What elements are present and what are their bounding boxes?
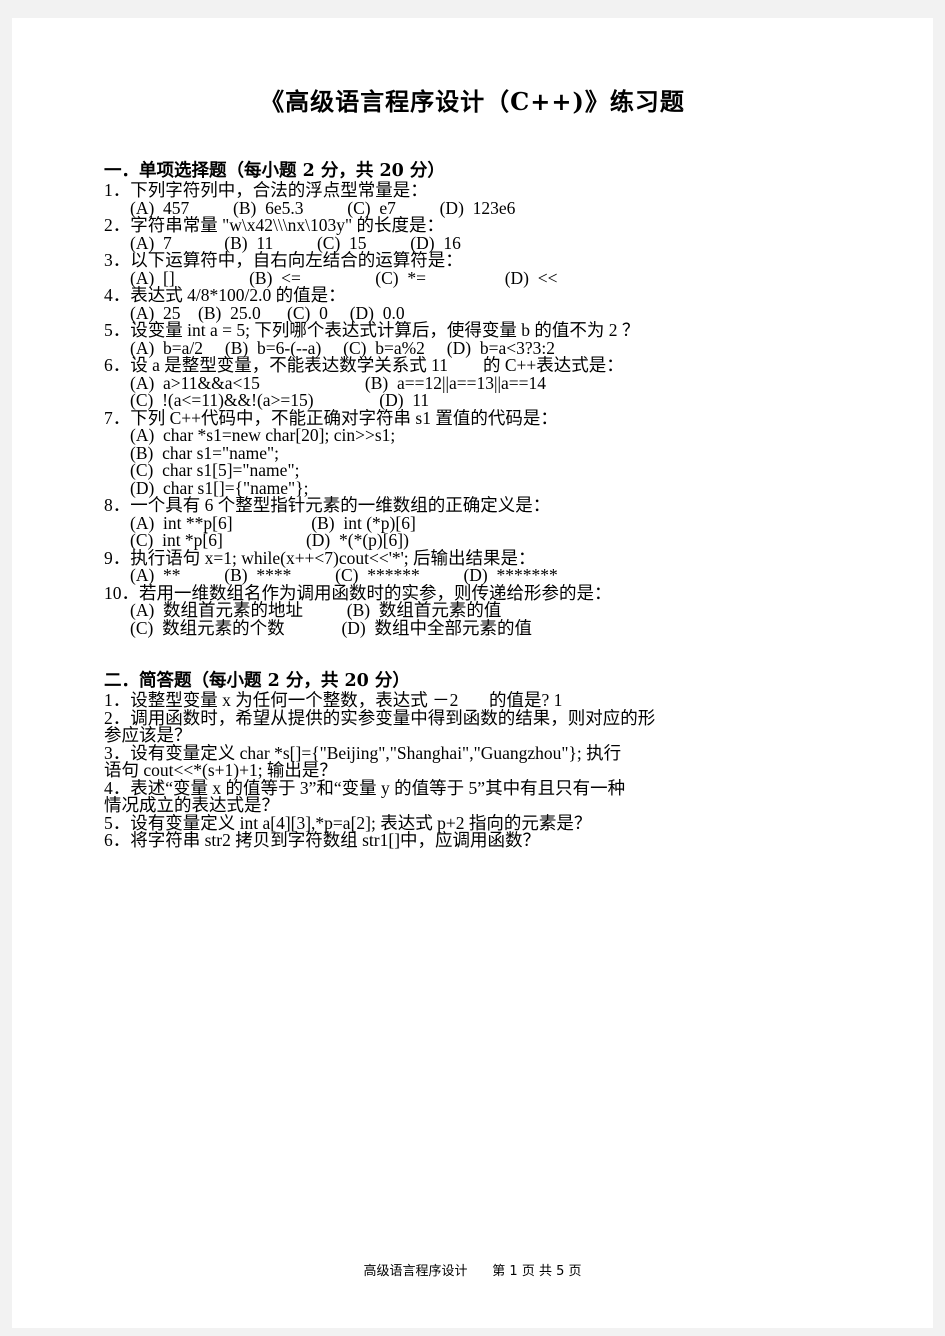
question-text: 字符串常量 "w\x42\\\nx\103y" 的长度是：: [130, 215, 444, 235]
option-row: (C) char s1[5]="name";: [130, 460, 300, 480]
question-number: 1．: [104, 180, 131, 200]
option-row: (A) 数组首元素的地址 (B) 数组首元素的值: [130, 600, 502, 620]
question-number: 6．: [104, 830, 131, 850]
question-text: 表达式 4/8*100/2.0 的值是：: [130, 285, 346, 305]
question-number: 3．: [104, 250, 131, 270]
question-number: 5．: [104, 320, 131, 340]
option-row: (A) char *s1=new char[20]; cin>>s1;: [130, 425, 396, 445]
question-number: 9．: [104, 547, 131, 568]
question-line: 2．调用函数时，希望从提供的实参变量中得到函数的结果，则对应的形: [104, 707, 933, 728]
question-line: 8．一个具有 6 个整型指针元素的一维数组的正确定义是：: [104, 495, 933, 515]
question-number: 6．: [104, 355, 131, 375]
question-line: 3．以下运算符中，自右向左结合的运算符是：: [104, 250, 933, 270]
option-row: (C) 数组元素的个数 (D) 数组中全部元素的值: [130, 617, 532, 638]
question-number: 4．: [104, 285, 131, 305]
question-text: 设变量 int a = 5; 下列哪个表达式计算后，使得变量 b 的值不为 2 …: [130, 320, 640, 340]
question-text: 以下运算符中，自右向左结合的运算符是：: [130, 250, 463, 270]
question-line: 1．下列字符列中，合法的浮点型常量是：: [104, 180, 933, 200]
page-title: 《高级语言程序设计（C++)》练习题: [260, 87, 685, 116]
question-text: 下列字符列中，合法的浮点型常量是：: [130, 180, 428, 200]
question-line: 5．设变量 int a = 5; 下列哪个表达式计算后，使得变量 b 的值不为 …: [104, 320, 933, 340]
question-text: 设 a 是整型变量，不能表达数学关系式 11 的 C++表达式是：: [130, 355, 624, 375]
question-text: 将字符串 str2 拷贝到字符数组 str1[]中，应调用函数？: [130, 830, 541, 850]
question-text: 一个具有 6 个整型指针元素的一维数组的正确定义是：: [130, 495, 551, 515]
question-text: 调用函数时，希望从提供的实参变量中得到函数的结果，则对应的形: [130, 707, 656, 728]
document-body: 一．单项选择题（每小题 2 分，共 20 分） 1．下列字符列中，合法的浮点型常量…: [12, 157, 933, 850]
question-number: 7．: [104, 407, 131, 428]
question-line: 4．表达式 4/8*100/2.0 的值是：: [104, 285, 933, 305]
section-heading: 一．单项选择题（每小题 2 分，共 20 分）: [104, 161, 445, 181]
question-number: 8．: [104, 495, 131, 515]
question-number: 2．: [104, 215, 131, 235]
question-line: 2．字符串常量 "w\x42\\\nx\103y" 的长度是：: [104, 215, 933, 235]
question-line: 6．设 a 是整型变量，不能表达数学关系式 11 的 C++表达式是：: [104, 355, 933, 375]
question-line: 6．将字符串 str2 拷贝到字符数组 str1[]中，应调用函数？: [104, 830, 933, 850]
document-page: 《高级语言程序设计（C++)》练习题 一．单项选择题（每小题 2 分，共 20 …: [12, 18, 933, 1328]
page-footer: 高级语言程序设计 第 1 页 共 5 页: [363, 1264, 582, 1279]
section-heading: 二．简答题（每小题 2 分，共 20 分）: [104, 671, 410, 691]
